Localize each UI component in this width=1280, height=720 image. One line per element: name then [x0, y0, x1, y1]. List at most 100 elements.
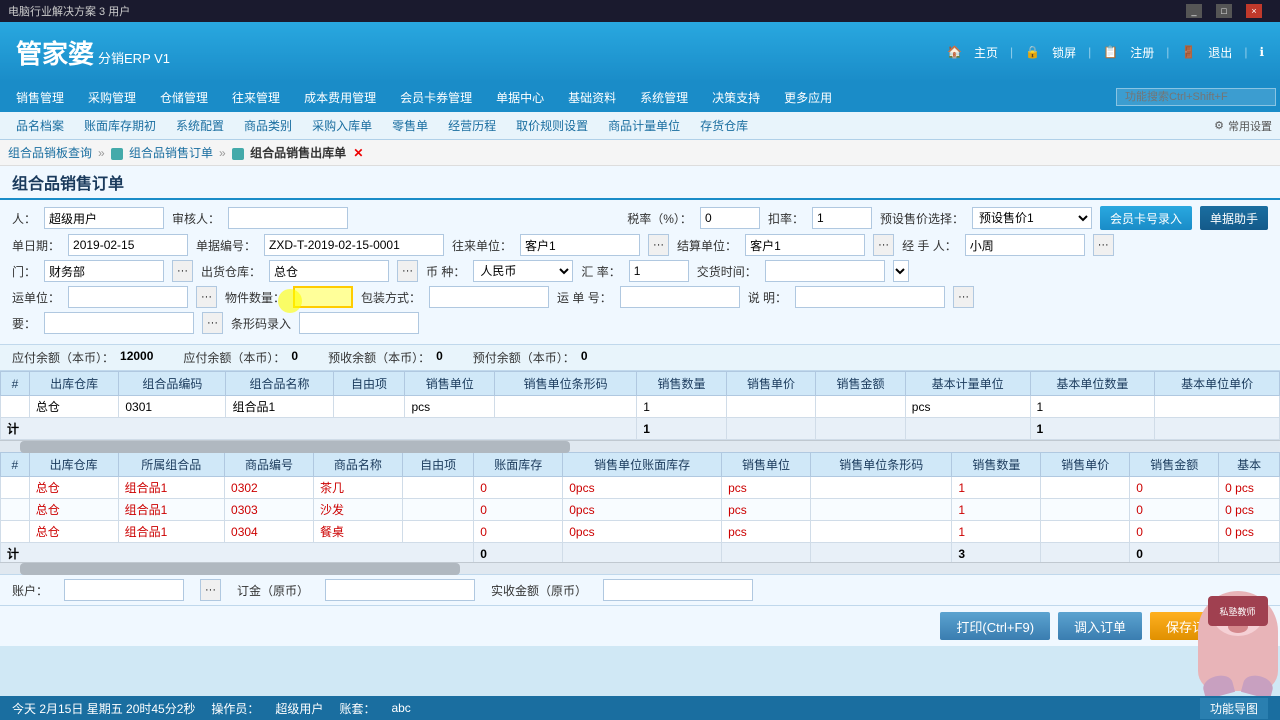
subnav-stock[interactable]: 存货仓库	[692, 115, 756, 136]
handler-ellipsis[interactable]: ···	[1093, 234, 1114, 256]
nav-cost[interactable]: 成本费用管理	[292, 85, 388, 110]
bth-num: #	[1, 453, 30, 477]
bottom-scrollbar[interactable]	[0, 562, 1280, 574]
exit-icon[interactable]: 🚪	[1181, 45, 1196, 59]
subnav-retail[interactable]: 零售单	[384, 115, 436, 136]
subnav-products[interactable]: 品名档案	[8, 115, 72, 136]
lock-label[interactable]: 锁屏	[1052, 44, 1076, 61]
reviewer-input[interactable]	[228, 207, 348, 229]
scrollbar-thumb[interactable]	[20, 441, 570, 453]
price-label: 预设售价选择：	[880, 210, 964, 227]
dept-ellipsis[interactable]: ···	[172, 260, 193, 282]
nav-system[interactable]: 系统管理	[628, 85, 700, 110]
req-input[interactable]	[44, 312, 194, 334]
breadcrumb: 组合品销板查询 » 组合品销售订单 » 组合品销售出库单 ✕	[0, 140, 1280, 166]
tax-input[interactable]	[700, 207, 760, 229]
nav-warehouse[interactable]: 仓储管理	[148, 85, 220, 110]
register-label[interactable]: 注册	[1130, 44, 1154, 61]
maximize-button[interactable]: □	[1216, 4, 1232, 18]
subnav-config[interactable]: 系统配置	[168, 115, 232, 136]
order-input[interactable]	[325, 579, 475, 601]
top-scrollbar[interactable]	[0, 440, 1280, 452]
pack-input[interactable]	[429, 286, 549, 308]
shipping-unit-ellipsis[interactable]: ···	[196, 286, 217, 308]
handler-input[interactable]	[965, 234, 1085, 256]
nav-bills[interactable]: 单据中心	[484, 85, 556, 110]
td-base-unit: pcs	[905, 396, 1030, 418]
nav-more[interactable]: 更多应用	[772, 85, 844, 110]
common-settings[interactable]: ⚙ 常用设置	[1214, 118, 1272, 134]
shipping-no-input[interactable]	[620, 286, 740, 308]
req-ellipsis[interactable]: ···	[202, 312, 223, 334]
sep3: |	[1166, 45, 1169, 59]
bc-query[interactable]: 组合品销板查询	[8, 144, 92, 161]
shipping-unit-input[interactable]	[68, 286, 188, 308]
settle-ellipsis[interactable]: ···	[873, 234, 894, 256]
td-sales-qty: 1	[637, 396, 727, 418]
table-row[interactable]: 总仓 组合品1 0304 餐桌 0 0pcs pcs 1 0 0 pcs	[1, 521, 1280, 543]
warehouse-input[interactable]	[269, 260, 389, 282]
table-row[interactable]: 总仓 0301 组合品1 pcs 1 pcs 1	[1, 396, 1280, 418]
date-input[interactable]	[68, 234, 188, 256]
price-select[interactable]: 预设售价1	[972, 207, 1092, 229]
subnav-pricing[interactable]: 取价规则设置	[508, 115, 596, 136]
currency-select[interactable]: 人民币	[473, 260, 573, 282]
nav-basic[interactable]: 基础资料	[556, 85, 628, 110]
account-input[interactable]	[64, 579, 184, 601]
subnav-unit[interactable]: 商品计量单位	[600, 115, 688, 136]
btd-base: 0 pcs	[1219, 499, 1280, 521]
form-row-1: 人： 审核人： 税率（%）： 扣率： 预设售价选择： 预设售价1 会员卡号录入 …	[12, 206, 1268, 230]
nav-transactions[interactable]: 往来管理	[220, 85, 292, 110]
dest-ellipsis[interactable]: ···	[648, 234, 669, 256]
exit-label[interactable]: 退出	[1208, 44, 1232, 61]
minimize-button[interactable]: _	[1186, 4, 1202, 18]
subnav-purchase[interactable]: 采购入库单	[304, 115, 380, 136]
subnav-history[interactable]: 经营历程	[440, 115, 504, 136]
bc-close-icon[interactable]: ✕	[353, 146, 363, 160]
bottom-table: # 出库仓库 所属组合品 商品编号 商品名称 自由项 账面库存 销售单位账面库存…	[0, 452, 1280, 562]
bc-sales-order[interactable]: 组合品销售订单	[111, 144, 213, 161]
table-row[interactable]: 总仓 组合品1 0303 沙发 0 0pcs pcs 1 0 0 pcs	[1, 499, 1280, 521]
advance-value: 0	[436, 349, 443, 366]
td-free	[333, 396, 405, 418]
dest-input[interactable]	[520, 234, 640, 256]
account-ellipsis[interactable]: ···	[200, 579, 221, 601]
bill-input[interactable]	[264, 234, 444, 256]
window-controls[interactable]: _ □ ×	[1186, 4, 1272, 18]
exchange-select[interactable]	[893, 260, 909, 282]
feature-map-button[interactable]: 功能导图	[1200, 698, 1268, 719]
settle-input[interactable]	[745, 234, 865, 256]
discount-input[interactable]	[812, 207, 872, 229]
print-button[interactable]: 打印(Ctrl+F9)	[940, 612, 1050, 640]
received-input[interactable]	[603, 579, 753, 601]
register-icon[interactable]: 📋	[1103, 45, 1118, 59]
bottom-scrollbar-thumb[interactable]	[20, 563, 460, 575]
home-icon[interactable]: 🏠	[947, 45, 962, 59]
import-button[interactable]: 调入订单	[1058, 612, 1142, 640]
lock-icon[interactable]: 🔒	[1025, 45, 1040, 59]
barcode-input[interactable]	[299, 312, 419, 334]
parts-input[interactable]	[293, 286, 353, 308]
nav-sales[interactable]: 销售管理	[4, 85, 76, 110]
close-button[interactable]: ×	[1246, 4, 1262, 18]
dept-input[interactable]	[44, 260, 164, 282]
note-ellipsis[interactable]: ···	[953, 286, 974, 308]
discount-label: 扣率：	[768, 210, 804, 227]
help-button[interactable]: 单据助手	[1200, 206, 1268, 230]
nav-member[interactable]: 会员卡券管理	[388, 85, 484, 110]
exchange-input[interactable]	[765, 260, 885, 282]
info-icon[interactable]: ℹ	[1259, 45, 1264, 59]
rate-input[interactable]	[629, 260, 689, 282]
table-row[interactable]: 总仓 组合品1 0302 茶几 0 0pcs pcs 1 0 0 pcs	[1, 477, 1280, 499]
nav-search-input[interactable]	[1116, 88, 1276, 106]
subnav-account[interactable]: 账面库存期初	[76, 115, 164, 136]
bc-outbound[interactable]: 组合品销售出库单 ✕	[232, 144, 364, 161]
nav-decision[interactable]: 决策支持	[700, 85, 772, 110]
home-label[interactable]: 主页	[974, 44, 998, 61]
subnav-category[interactable]: 商品类别	[236, 115, 300, 136]
nav-purchase[interactable]: 采购管理	[76, 85, 148, 110]
note-input[interactable]	[795, 286, 945, 308]
person-input[interactable]	[44, 207, 164, 229]
warehouse-ellipsis[interactable]: ···	[397, 260, 418, 282]
member-card-button[interactable]: 会员卡号录入	[1100, 206, 1192, 230]
